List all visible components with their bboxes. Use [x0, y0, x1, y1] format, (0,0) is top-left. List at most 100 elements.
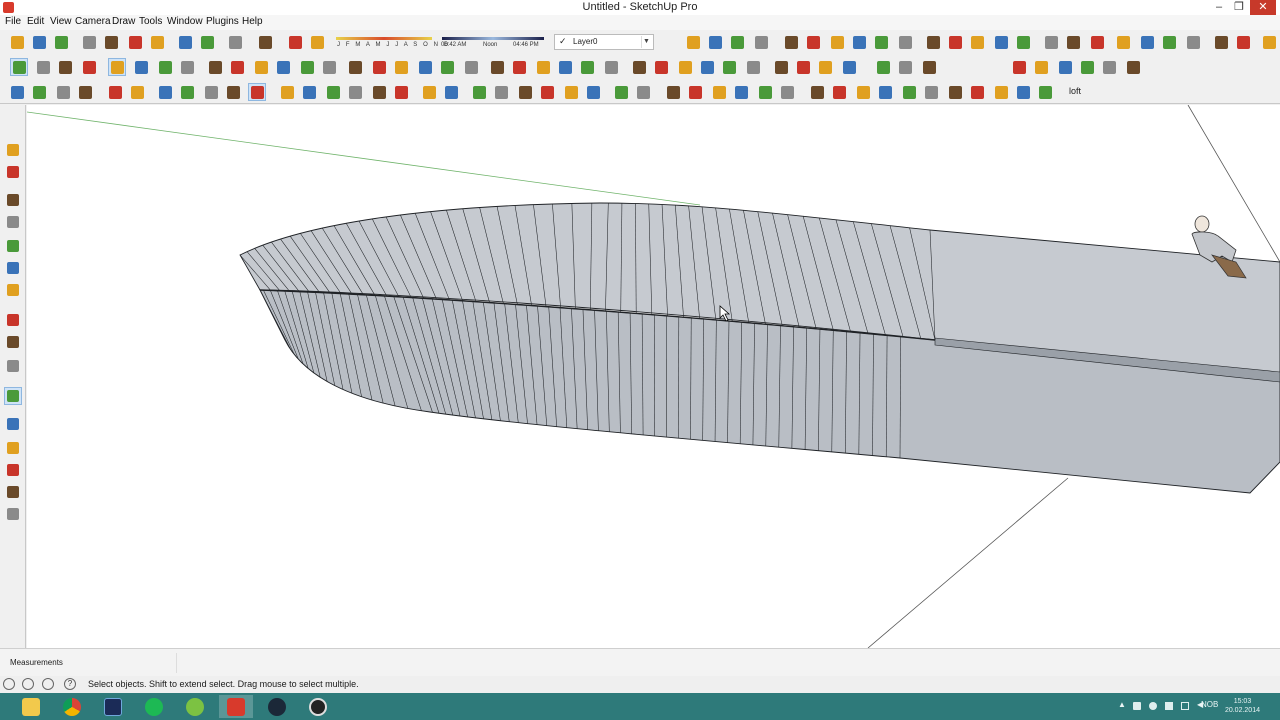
- row2-tool-28[interactable]: [676, 58, 694, 76]
- row2-tool-1[interactable]: [34, 58, 52, 76]
- row2-tool-7[interactable]: [178, 58, 196, 76]
- redo-button[interactable]: [198, 33, 216, 51]
- row2-tool-21[interactable]: [510, 58, 528, 76]
- print-button[interactable]: [226, 33, 244, 51]
- row2-tool-38[interactable]: [920, 58, 938, 76]
- row2-tool-11[interactable]: [274, 58, 292, 76]
- row3-tool-28[interactable]: [686, 83, 704, 101]
- row3-tool-29[interactable]: [710, 83, 728, 101]
- row3-tool-8[interactable]: [202, 83, 220, 101]
- row1b-tool-1[interactable]: [706, 33, 724, 51]
- row3-tool-14[interactable]: [346, 83, 364, 101]
- help-icon[interactable]: ?: [64, 678, 76, 690]
- row3-tool-11[interactable]: [278, 83, 296, 101]
- row2-tool-0[interactable]: [10, 58, 28, 76]
- left-tool-2[interactable]: [4, 191, 22, 209]
- row1b-tool-10[interactable]: [924, 33, 942, 51]
- menu-file[interactable]: File: [5, 16, 21, 27]
- row2-tool-31[interactable]: [744, 58, 762, 76]
- menu-window[interactable]: Window: [167, 16, 203, 27]
- copy-button[interactable]: [102, 33, 120, 51]
- row2b-tool-4[interactable]: [1100, 58, 1118, 76]
- model-info-button[interactable]: [256, 33, 274, 51]
- row2-tool-22[interactable]: [534, 58, 552, 76]
- row2b-tool-0[interactable]: [1010, 58, 1028, 76]
- geo-location-icon[interactable]: [3, 678, 15, 690]
- left-tool-12[interactable]: [4, 439, 22, 457]
- taskbar-obs[interactable]: [301, 695, 335, 718]
- erase-button[interactable]: [148, 33, 166, 51]
- close-button[interactable]: ✕: [1250, 0, 1276, 15]
- left-tool-14[interactable]: [4, 483, 22, 501]
- row3-tool-2[interactable]: [54, 83, 72, 101]
- row3-tool-5[interactable]: [128, 83, 146, 101]
- layer-select[interactable]: ✓ Layer0 ▼: [554, 34, 654, 50]
- row3-tool-13[interactable]: [324, 83, 342, 101]
- left-tool-1[interactable]: [4, 163, 22, 181]
- row1b-tool-4[interactable]: [782, 33, 800, 51]
- row3-tool-12[interactable]: [300, 83, 318, 101]
- row2-tool-3[interactable]: [80, 58, 98, 76]
- row3-tool-40[interactable]: [968, 83, 986, 101]
- menu-plugins[interactable]: Plugins: [206, 16, 239, 27]
- row1b-tool-21[interactable]: [1184, 33, 1202, 51]
- model-viewport[interactable]: [27, 105, 1280, 648]
- new-button[interactable]: [8, 33, 26, 51]
- tray-sync-icon[interactable]: [1149, 702, 1157, 710]
- tray-network-icon[interactable]: [1181, 702, 1189, 710]
- row2-tool-30[interactable]: [720, 58, 738, 76]
- left-tool-15[interactable]: [4, 505, 22, 523]
- row3-tool-33[interactable]: [808, 83, 826, 101]
- row2-tool-32[interactable]: [772, 58, 790, 76]
- user-icon[interactable]: [42, 678, 54, 690]
- row1b-tool-15[interactable]: [1042, 33, 1060, 51]
- taskbar-sketchup[interactable]: [219, 695, 253, 718]
- row2-tool-2[interactable]: [56, 58, 74, 76]
- paste-button[interactable]: [126, 33, 144, 51]
- row1b-tool-0[interactable]: [684, 33, 702, 51]
- loft-plugin-label[interactable]: loft: [1069, 86, 1081, 96]
- row3-tool-41[interactable]: [992, 83, 1010, 101]
- row1b-tool-8[interactable]: [872, 33, 890, 51]
- row2-tool-13[interactable]: [320, 58, 338, 76]
- undo-button[interactable]: [176, 33, 194, 51]
- menu-view[interactable]: View: [50, 16, 72, 27]
- row1b-tool-6[interactable]: [828, 33, 846, 51]
- row2-tool-29[interactable]: [698, 58, 716, 76]
- row3-tool-39[interactable]: [946, 83, 964, 101]
- row1b-tool-24[interactable]: [1260, 33, 1278, 51]
- taskbar-steam[interactable]: [260, 695, 294, 718]
- row2-tool-5[interactable]: [132, 58, 150, 76]
- row3-tool-1[interactable]: [30, 83, 48, 101]
- row3-tool-22[interactable]: [538, 83, 556, 101]
- row3-tool-27[interactable]: [664, 83, 682, 101]
- row1b-tool-19[interactable]: [1138, 33, 1156, 51]
- row1b-tool-5[interactable]: [804, 33, 822, 51]
- row2-tool-37[interactable]: [896, 58, 914, 76]
- row2-tool-25[interactable]: [602, 58, 620, 76]
- left-tool-13[interactable]: [4, 461, 22, 479]
- row3-tool-0[interactable]: [8, 83, 26, 101]
- left-tool-10[interactable]: [4, 387, 22, 405]
- left-tool-6[interactable]: [4, 281, 22, 299]
- row1b-tool-22[interactable]: [1212, 33, 1230, 51]
- row3-tool-6[interactable]: [156, 83, 174, 101]
- row2-tool-10[interactable]: [252, 58, 270, 76]
- row3-tool-37[interactable]: [900, 83, 918, 101]
- row1b-tool-2[interactable]: [728, 33, 746, 51]
- restore-button[interactable]: ❐: [1230, 0, 1248, 15]
- row2-tool-12[interactable]: [298, 58, 316, 76]
- row2b-tool-5[interactable]: [1124, 58, 1142, 76]
- row2b-tool-3[interactable]: [1078, 58, 1096, 76]
- row3-tool-7[interactable]: [178, 83, 196, 101]
- section-button[interactable]: [286, 33, 304, 51]
- left-tool-3[interactable]: [4, 213, 22, 231]
- tray-language[interactable]: NOB: [1201, 700, 1218, 709]
- row1b-tool-9[interactable]: [896, 33, 914, 51]
- row3-tool-43[interactable]: [1036, 83, 1054, 101]
- tray-flag-icon[interactable]: [1165, 702, 1173, 710]
- row2b-tool-1[interactable]: [1032, 58, 1050, 76]
- tray-app-icon[interactable]: [1133, 702, 1141, 710]
- row1b-tool-13[interactable]: [992, 33, 1010, 51]
- row2-tool-4[interactable]: [108, 58, 126, 76]
